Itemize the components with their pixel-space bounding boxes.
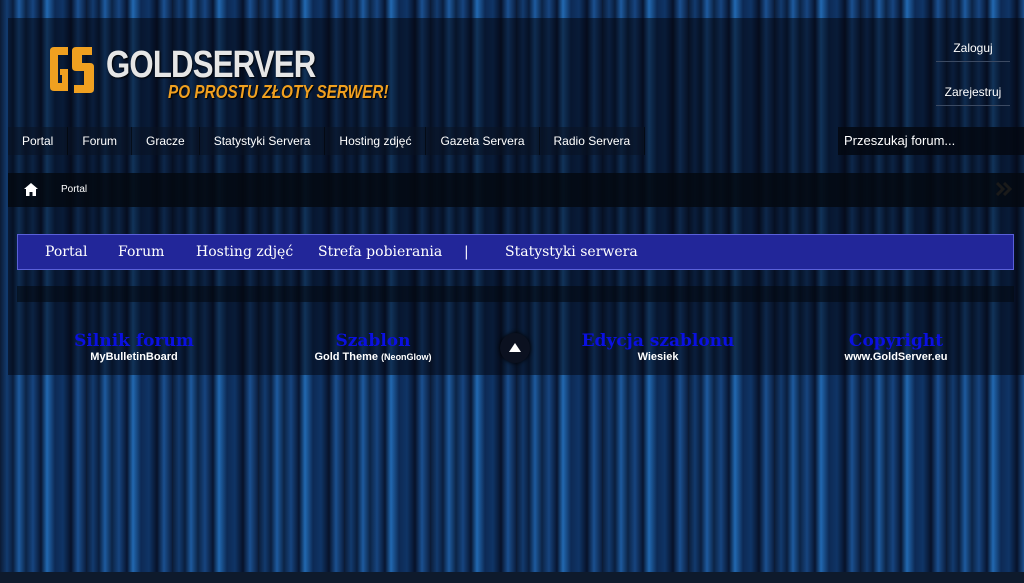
breadcrumb-current: Portal [61,184,88,195]
footer-theme-heading: Szablon [335,331,411,351]
topnav-statystyki[interactable]: Statystyki Servera [199,127,326,155]
topnav-gazeta[interactable]: Gazeta Servera [426,127,540,155]
portal-nav-separator: | [464,244,469,260]
page-bottom-strip [0,572,1024,583]
footer-theme-name: Gold Theme [314,351,378,363]
forum-search-input[interactable]: Przeszukaj forum... [838,127,1024,155]
scroll-to-top-button[interactable] [500,333,530,363]
home-icon[interactable] [24,183,38,196]
topnav-portal[interactable]: Portal [8,127,69,155]
footer-copyright-heading: Copyright [848,331,944,351]
topnav-radio[interactable]: Radio Servera [539,127,646,155]
footer-copyright-value[interactable]: www.GoldServer.eu [776,351,1016,363]
footer-engine-value[interactable]: MyBulletinBoard [14,351,254,363]
site-logo-text[interactable]: GOLDSERVER [106,44,316,87]
portal-nav-hosting[interactable]: Hosting zdjęć [196,244,293,260]
portal-nav-forum[interactable]: Forum [118,244,164,260]
footer-engine: Silnik forum MyBulletinBoard [14,332,254,363]
footer-theme-value: Gold Theme (NeonGlow) [253,351,493,363]
portal-nav-portal[interactable]: Portal [45,244,87,260]
arrow-up-icon [509,343,521,352]
topnav-forum[interactable]: Forum [68,127,133,155]
portal-nav-stats[interactable]: Statystyki serwera [505,244,638,260]
footer-theme: Szablon Gold Theme (NeonGlow) [253,332,493,363]
login-link[interactable]: Zaloguj [936,41,1010,62]
topnav-hosting[interactable]: Hosting zdjęć [325,127,427,155]
footer-edit-value: Wiesiek [637,351,679,363]
topnav-gracze[interactable]: Gracze [132,127,200,155]
portal-nav: Portal Forum Hosting zdjęć Strefa pobier… [17,234,1014,270]
site-tagline: PO PROSTU ZŁOTY SERWER! [168,82,389,102]
goldserver-logo-icon[interactable] [48,43,96,97]
footer-edit: Edycja szablonu Wiesiek [538,332,778,363]
double-chevron-right-icon[interactable] [996,182,1014,196]
footer-theme-suffix: (NeonGlow) [381,352,432,362]
portal-nav-downloads[interactable]: Strefa pobierania [318,244,442,260]
footer-engine-heading: Silnik forum [74,331,194,351]
breadcrumb: Portal [8,173,1024,207]
footer-edit-heading: Edycja szablonu [581,331,735,351]
footer-copyright: Copyright www.GoldServer.eu [776,332,1016,363]
register-link[interactable]: Zarejestruj [936,85,1010,106]
content-divider [17,286,1014,302]
top-nav: Portal Forum Gracze Statystyki Servera H… [8,127,646,155]
